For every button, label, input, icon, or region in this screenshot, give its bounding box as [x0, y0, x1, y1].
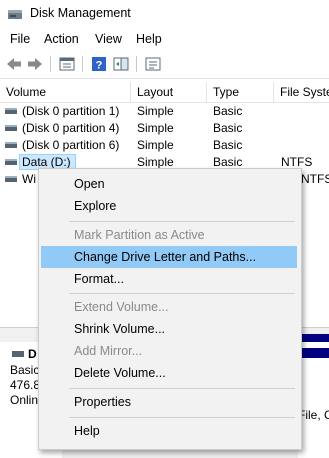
help-icon[interactable]: ? [90, 55, 108, 73]
action-pane-icon[interactable] [112, 55, 130, 73]
menu-separator [69, 221, 295, 222]
volume-name: Wi [22, 172, 36, 186]
menu-item-add-mirror: Add Mirror... [74, 344, 143, 358]
drive-icon [5, 108, 17, 114]
menu-action[interactable]: Action [44, 32, 79, 46]
svg-text:?: ? [96, 60, 103, 72]
menu-file[interactable]: File [10, 32, 30, 46]
menu-item-help[interactable]: Help [41, 420, 297, 442]
menu-item-format[interactable]: Format... [41, 268, 297, 290]
properties-list-icon[interactable] [58, 55, 76, 73]
menu-item-mark-partition-active: Mark Partition as Active [74, 228, 205, 242]
disk-status: Onlin [10, 393, 39, 407]
table-row[interactable]: (Disk 0 partition 1) Simple Basic [0, 103, 329, 120]
disk-icon [12, 351, 24, 357]
menu-separator [69, 388, 295, 389]
drive-icon [5, 176, 17, 182]
volume-name: (Disk 0 partition 6) [22, 138, 120, 152]
disk-type: Basic [10, 363, 40, 377]
menu-item-properties[interactable]: Properties [41, 391, 297, 413]
disk-management-icon [8, 10, 22, 19]
column-header-layout[interactable]: Layout [131, 82, 207, 102]
menu-item-shrink-volume[interactable]: Shrink Volume... [41, 318, 297, 340]
volume-file-system: NTFS [301, 172, 329, 186]
disk-name: D [28, 347, 37, 361]
menu-view[interactable]: View [95, 32, 122, 46]
forward-arrow-icon[interactable] [26, 55, 44, 73]
menu-item-delete-volume[interactable]: Delete Volume... [41, 362, 297, 384]
drive-icon [5, 125, 17, 131]
partition-status-text: File, C [298, 408, 329, 422]
menu-item-extend-volume: Extend Volume... [74, 300, 169, 314]
menu-item-change-drive-letter[interactable]: Change Drive Letter and Paths... [41, 246, 297, 268]
title-bar: Disk Management [0, 0, 329, 28]
column-header-volume[interactable]: Volume [0, 82, 131, 102]
volume-type: Basic [213, 104, 243, 118]
console-tree-icon[interactable] [144, 55, 162, 73]
window-title: Disk Management [30, 6, 131, 20]
partition-block[interactable]: File, C [298, 342, 329, 458]
volume-layout: Simple [137, 121, 174, 135]
volume-type: Basic [213, 138, 243, 152]
back-arrow-icon[interactable] [5, 55, 23, 73]
menu-help[interactable]: Help [136, 32, 162, 46]
menu-bar: File Action View Help [0, 28, 329, 50]
volume-type: Basic [213, 121, 243, 135]
context-menu: Open Explore Mark Partition as Active Ch… [38, 168, 302, 450]
column-header-file-system[interactable]: File Syste [274, 82, 329, 102]
menu-item-explore[interactable]: Explore [41, 195, 297, 217]
menu-separator [69, 417, 295, 418]
menu-separator [69, 293, 295, 294]
volume-name: (Disk 0 partition 4) [22, 121, 120, 135]
list-header: Volume Layout Type File Syste [0, 82, 329, 103]
volume-layout: Simple [137, 104, 174, 118]
toolbar: ? [0, 50, 329, 79]
table-row[interactable]: (Disk 0 partition 6) Simple Basic [0, 137, 329, 154]
disk-size: 476.8 [10, 378, 41, 392]
menu-item-open[interactable]: Open [41, 173, 297, 195]
volume-name: (Disk 0 partition 1) [22, 104, 120, 118]
table-row[interactable]: (Disk 0 partition 4) Simple Basic [0, 120, 329, 137]
drive-icon [5, 142, 17, 148]
partition-bar [298, 348, 329, 358]
volume-layout: Simple [137, 138, 174, 152]
column-header-type[interactable]: Type [207, 82, 274, 102]
drive-icon [5, 159, 17, 165]
